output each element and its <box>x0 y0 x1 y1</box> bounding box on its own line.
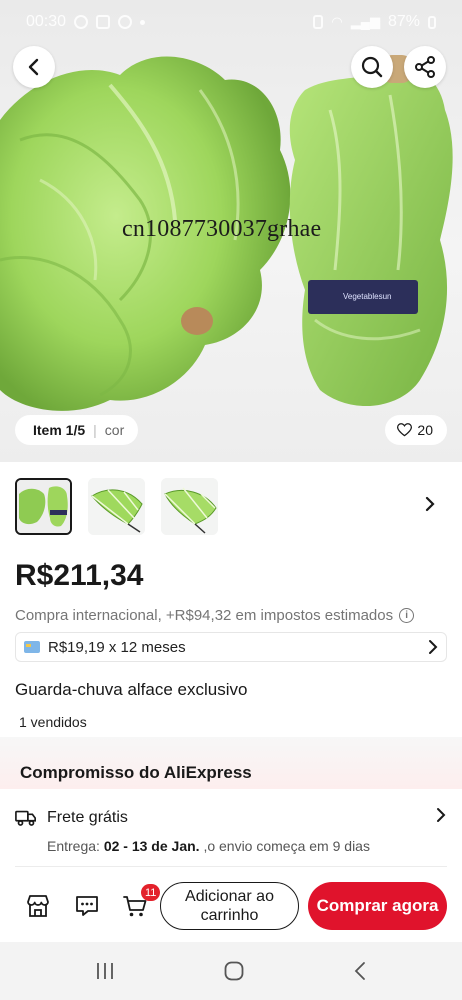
commitment-title: Compromisso do AliExpress <box>20 763 252 782</box>
settings-icon <box>118 15 133 29</box>
recent-apps-icon[interactable] <box>94 961 116 981</box>
pill-divider: | <box>93 422 97 438</box>
chat-icon <box>76 896 98 916</box>
free-shipping-label: Frete grátis <box>47 809 128 826</box>
chevron-right-icon <box>425 496 435 512</box>
thumbnail-1[interactable] <box>15 478 72 535</box>
status-time: 00:30 <box>26 13 67 30</box>
image-counter-pill[interactable]: Item 1/5 | cor <box>15 415 139 445</box>
product-price: R$211,34 <box>15 559 144 592</box>
open-umbrella-thumbnail-image <box>88 478 145 535</box>
thumbnail-next-button[interactable] <box>424 495 436 518</box>
back-button[interactable] <box>13 46 55 88</box>
tax-note: Compra internacional, +R$94,32 em impost… <box>15 607 415 624</box>
share-button[interactable] <box>404 46 446 88</box>
credit-card-icon <box>24 641 40 653</box>
band-label: Vegetablesun <box>343 292 392 301</box>
back-nav-icon[interactable] <box>352 960 368 982</box>
delivery-suffix: ,o envio começa em 9 dias <box>203 838 370 854</box>
whatsapp-icon <box>74 15 89 29</box>
shipping-row[interactable] <box>0 789 462 867</box>
heart-icon <box>397 423 413 437</box>
share-icon <box>415 56 435 78</box>
notification-dot-icon <box>140 19 146 25</box>
delivery-estimate: Entrega: 02 - 13 de Jan. ,o envio começa… <box>47 838 370 854</box>
thumbnail-3[interactable] <box>161 478 218 535</box>
installments-text: R$19,19 x 12 meses <box>48 638 186 656</box>
chat-button[interactable] <box>74 893 100 924</box>
add-to-cart-button[interactable]: Adicionar ao carrinho <box>160 882 299 930</box>
buy-now-button[interactable]: Comprar agora <box>308 882 447 930</box>
delivery-prefix: Entrega: <box>47 838 100 854</box>
chevron-right-icon <box>437 808 446 822</box>
sold-count: 1 vendidos <box>19 714 87 730</box>
store-icon <box>27 895 49 917</box>
thumbnail-2[interactable] <box>88 478 145 535</box>
alarm-icon <box>313 15 324 29</box>
open-umbrella-alt-thumbnail-image <box>161 478 218 535</box>
color-label: cor <box>104 422 125 438</box>
image-watermark: cn1087730037grhae <box>122 216 322 242</box>
chevron-left-icon <box>28 58 39 76</box>
image-counter: Item 1/5 <box>33 422 86 438</box>
add-to-cart-label: Adicionar ao carrinho <box>185 887 274 925</box>
divider <box>15 866 447 867</box>
add-to-cart-line2: carrinho <box>200 907 259 924</box>
delivery-dates: 02 - 13 de Jan. <box>103 838 200 854</box>
store-button[interactable] <box>25 893 51 924</box>
truck-icon <box>15 810 36 826</box>
installments-row[interactable]: R$19,19 x 12 meses <box>15 632 447 662</box>
search-icon <box>361 56 383 78</box>
chevron-right-icon <box>429 640 438 654</box>
thumbnail-strip <box>15 478 218 535</box>
tax-note-text: Compra internacional, +R$94,32 em impost… <box>15 607 394 624</box>
add-to-cart-line1: Adicionar ao <box>185 888 274 905</box>
product-title: Guarda-chuva alface exclusivo <box>15 680 248 699</box>
home-icon[interactable] <box>223 960 245 982</box>
lettuce-thumbnail-image <box>17 480 70 533</box>
like-count: 20 <box>417 422 433 438</box>
cart-count-badge: 11 <box>141 884 161 901</box>
gallery-icon <box>96 15 111 29</box>
wishlist-button[interactable]: 20 <box>385 415 447 445</box>
info-icon[interactable]: i <box>399 608 415 623</box>
wifi-icon: ◠ <box>331 14 343 29</box>
signal-icon: ▂▄▆ <box>350 14 380 29</box>
battery-level: 87% <box>387 13 420 30</box>
battery-icon <box>428 15 436 29</box>
search-button[interactable] <box>351 46 393 88</box>
shipping-details-button[interactable] <box>436 807 446 828</box>
status-bar: 00:30 ◠ ▂▄▆ 87% <box>0 0 462 44</box>
system-navigation-bar <box>0 942 462 1000</box>
